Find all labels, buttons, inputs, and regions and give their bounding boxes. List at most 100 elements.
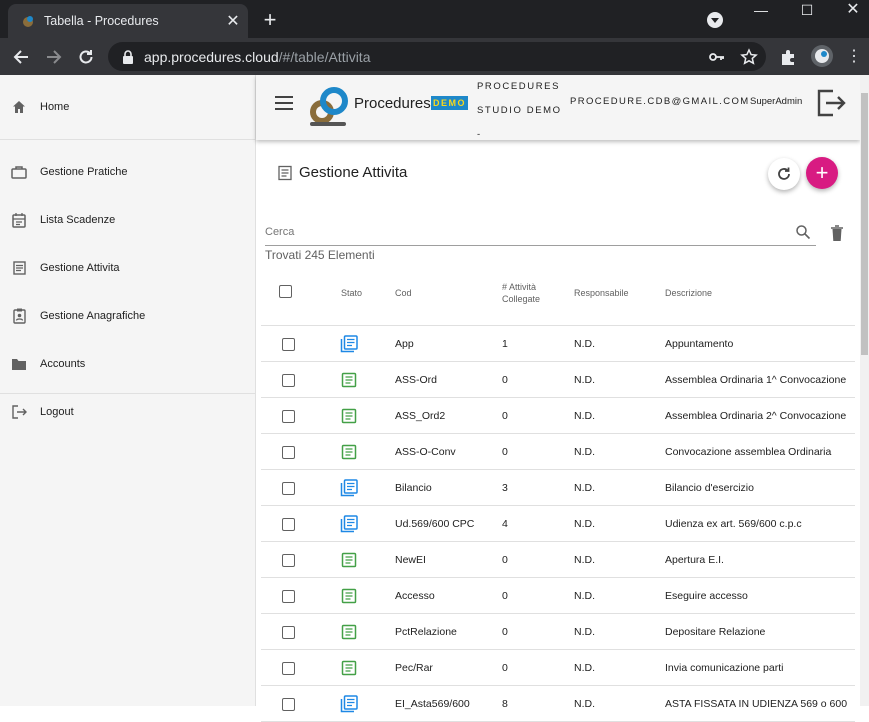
table-row[interactable]: PctRelazione 0 N.D. Depositare Relazione xyxy=(261,614,855,650)
contact-clipboard-icon xyxy=(10,307,28,325)
page-title-text: Gestione Attivita xyxy=(299,164,408,181)
sidebar-item-logout[interactable]: Logout xyxy=(0,392,255,432)
row-checkbox[interactable] xyxy=(282,482,295,495)
sidebar-item-home[interactable]: Home xyxy=(0,87,255,127)
table-row[interactable]: App 1 N.D. Appuntamento xyxy=(261,326,855,362)
row-checkbox[interactable] xyxy=(282,374,295,387)
column-header-collegate[interactable]: # Attività Collegate xyxy=(502,281,552,305)
add-button[interactable]: + xyxy=(806,157,838,189)
browser-tab-bar: Tabella - Procedures ✕ + — ☐ ✕ xyxy=(0,0,869,38)
row-checkbox[interactable] xyxy=(282,446,295,459)
row-checkbox[interactable] xyxy=(282,554,295,567)
close-window-button[interactable]: ✕ xyxy=(830,0,869,22)
scrollbar-thumb[interactable] xyxy=(861,93,868,355)
multi-document-status-icon xyxy=(340,335,358,353)
address-bar[interactable]: app.procedures.cloud/#/table/Attivita xyxy=(108,42,766,71)
document-status-icon xyxy=(341,588,357,604)
sidebar-item-gestione-pratiche[interactable]: Gestione Pratiche xyxy=(0,152,255,192)
table-row[interactable]: ASS-Ord 0 N.D. Assemblea Ordinaria 1^ Convo… xyxy=(261,362,855,398)
procedures-favicon-icon xyxy=(23,16,33,27)
sidebar-item-lista-scadenze[interactable]: Lista Scadenze xyxy=(0,200,255,240)
logout-header-icon[interactable] xyxy=(816,88,846,118)
browser-tab[interactable]: Tabella - Procedures ✕ xyxy=(8,4,248,38)
extensions-puzzle-icon[interactable] xyxy=(779,48,797,66)
search-input[interactable] xyxy=(265,222,785,242)
cell-descrizione: Eseguire accesso xyxy=(665,590,748,602)
table-row[interactable]: ASS-O-Conv 0 N.D. Convocazione assemblea Or… xyxy=(261,434,855,470)
search-field xyxy=(265,222,816,246)
cell-responsabile: N.D. xyxy=(574,374,595,386)
cell-collegate: 0 xyxy=(502,626,508,638)
cell-responsabile: N.D. xyxy=(574,446,595,458)
tab-search-icon[interactable] xyxy=(707,12,723,28)
select-all-checkbox[interactable] xyxy=(279,285,292,298)
column-header-cod[interactable]: Cod xyxy=(395,287,412,299)
row-checkbox[interactable] xyxy=(282,338,295,351)
multi-document-status-icon xyxy=(340,515,358,533)
column-header-descrizione[interactable]: Descrizione xyxy=(665,287,712,299)
list-icon xyxy=(10,259,28,277)
tab-close-icon[interactable]: ✕ xyxy=(222,10,244,32)
sidebar-item-gestione-attivita[interactable]: Gestione Attivita xyxy=(0,248,255,288)
key-icon[interactable] xyxy=(708,48,726,66)
search-icon[interactable] xyxy=(795,224,811,240)
row-checkbox[interactable] xyxy=(282,410,295,423)
sidebar-divider xyxy=(0,139,255,140)
cell-cod: ASS-Ord xyxy=(395,374,438,386)
row-checkbox[interactable] xyxy=(282,590,295,603)
bookmark-star-icon[interactable] xyxy=(740,48,758,66)
table-row[interactable]: Pec/Rar 0 N.D. Invia comunicazione parti xyxy=(261,650,855,686)
table-row[interactable]: ASS_Ord2 0 N.D. Assemblea Ordinaria 2^ Conv… xyxy=(261,398,855,434)
reload-button[interactable] xyxy=(73,44,99,70)
document-status-icon xyxy=(341,660,357,676)
cell-collegate: 0 xyxy=(502,554,508,566)
cell-collegate: 8 xyxy=(502,698,508,710)
refresh-button[interactable] xyxy=(768,158,800,190)
trash-icon[interactable] xyxy=(830,225,844,242)
table-row[interactable]: EI_Asta569/600 8 N.D. ASTA FISSATA IN UDIEN… xyxy=(261,686,855,722)
table-body: App 1 N.D. Appuntamento ASS-Ord 0 N.D. Assemble… xyxy=(261,326,855,722)
maximize-button[interactable]: ☐ xyxy=(784,0,830,22)
table-row[interactable]: Ud.569/600 CPC 4 N.D. Udienza ex art. 569/6… xyxy=(261,506,855,542)
row-checkbox[interactable] xyxy=(282,518,295,531)
home-icon xyxy=(10,98,28,116)
table-row[interactable]: NewEI 0 N.D. Apertura E.I. xyxy=(261,542,855,578)
sidebar-item-label: Gestione Pratiche xyxy=(40,166,128,178)
cell-descrizione: Bilancio d'esercizio xyxy=(665,482,754,494)
row-checkbox[interactable] xyxy=(282,698,295,711)
sidebar-item-gestione-anagrafiche[interactable]: Gestione Anagrafiche xyxy=(0,296,255,336)
browser-toolbar: app.procedures.cloud/#/table/Attivita ⋮ xyxy=(0,38,869,75)
procedures-logo xyxy=(310,87,348,126)
cell-descrizione: Depositare Relazione xyxy=(665,626,766,638)
multi-document-status-icon xyxy=(340,479,358,497)
multi-document-status-icon xyxy=(340,695,358,713)
document-status-icon xyxy=(341,552,357,568)
profile-avatar-icon[interactable] xyxy=(810,44,834,68)
cell-cod: Bilancio xyxy=(395,482,432,494)
cell-responsabile: N.D. xyxy=(574,482,595,494)
table-row[interactable]: Accesso 0 N.D. Eseguire accesso xyxy=(261,578,855,614)
cell-descrizione: Convocazione assemblea Ordinaria xyxy=(665,446,832,458)
cell-cod: EI_Asta569/600 xyxy=(395,698,470,710)
column-header-responsabile[interactable]: Responsabile xyxy=(574,287,629,299)
list-icon xyxy=(278,165,292,180)
table-row[interactable]: Bilancio 3 N.D. Bilancio d'esercizio xyxy=(261,470,855,506)
row-checkbox[interactable] xyxy=(282,626,295,639)
row-checkbox[interactable] xyxy=(282,662,295,675)
menu-hamburger-icon[interactable] xyxy=(275,96,293,110)
forward-button[interactable] xyxy=(41,44,67,70)
url-path: /#/table/Attivita xyxy=(278,48,371,65)
browser-menu-icon[interactable]: ⋮ xyxy=(846,48,862,66)
sidebar-item-accounts[interactable]: Accounts xyxy=(0,344,255,384)
new-tab-button[interactable]: + xyxy=(258,8,282,32)
minimize-button[interactable]: — xyxy=(738,0,784,22)
cell-descrizione: Udienza ex art. 569/600 c.p.c xyxy=(665,518,802,530)
back-button[interactable] xyxy=(8,44,34,70)
column-header-stato[interactable]: Stato xyxy=(341,287,362,299)
document-status-icon xyxy=(341,408,357,424)
cell-responsabile: N.D. xyxy=(574,698,595,710)
page-scrollbar[interactable] xyxy=(860,75,869,706)
reload-icon xyxy=(79,50,93,64)
cell-collegate: 0 xyxy=(502,374,508,386)
cell-collegate: 3 xyxy=(502,482,508,494)
